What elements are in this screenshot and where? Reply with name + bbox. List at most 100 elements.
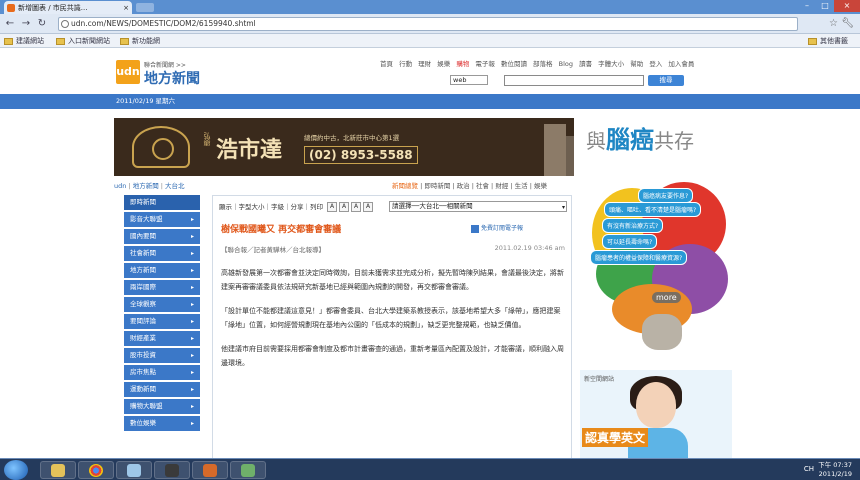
topnav-link[interactable]: 理財 (418, 60, 431, 68)
category-link[interactable]: 財經 (495, 182, 508, 190)
other-bookmarks[interactable]: 其他書籤 (808, 36, 848, 46)
folder-icon (4, 37, 13, 45)
topnav-link[interactable]: 部落格 (533, 60, 553, 68)
arrow-right-icon: ▸ (190, 318, 194, 325)
udn-logo-mark: udn (116, 60, 140, 84)
category-link[interactable]: 生活 (515, 182, 528, 190)
sidebar-item[interactable]: 運動新聞 ▸ (124, 382, 200, 397)
browser-toolbar: ← → ↻ udn.com/NEWS/DOMESTIC/DOM2/6159940… (0, 14, 860, 34)
taskbar-app-icon[interactable] (192, 461, 228, 479)
topnav-link[interactable]: 娛樂 (437, 60, 450, 68)
category-link[interactable]: 社會 (476, 182, 489, 190)
topnav-link[interactable]: 首頁 (380, 60, 393, 68)
topnav-link[interactable]: 加入會員 (668, 60, 694, 68)
sidebar-item[interactable]: 國內要聞 ▸ (124, 229, 200, 244)
article-title: 樹保戰國曦又 再交都審會審議 (221, 225, 342, 235)
taskbar-explorer-icon[interactable] (40, 461, 76, 479)
category-link[interactable]: 即時新聞 (424, 182, 450, 190)
sidebar-item[interactable]: 房市焦點 ▸ (124, 365, 200, 380)
topnav-link[interactable]: 登入 (649, 60, 662, 68)
reload-icon[interactable]: ↻ (36, 18, 48, 30)
topnav-link[interactable]: 電子報 (475, 60, 495, 68)
topnav-link[interactable]: 購物 (456, 60, 469, 68)
address-bar[interactable]: udn.com/NEWS/DOMESTIC/DOM2/6159940.shtml (58, 17, 798, 31)
sidebar-item[interactable]: 地方新聞 ▸ (124, 263, 200, 278)
breadcrumb: udn | 地方新聞 | 大台北 (114, 182, 185, 190)
close-window-icon[interactable]: × (834, 0, 860, 12)
category-link[interactable]: 新聞總覽 (392, 182, 418, 190)
logo-title: 地方新聞 (144, 71, 200, 87)
ad-bubble: 有沒有新治療方式? (602, 218, 664, 233)
search-type-select[interactable]: web (450, 75, 488, 85)
taskbar-app-icon[interactable] (116, 461, 152, 479)
wrench-menu-icon[interactable]: 🔧︎ (841, 18, 854, 29)
topnav-link[interactable]: 行動 (399, 60, 412, 68)
sidebar-item[interactable]: 財經產業 ▸ (124, 331, 200, 346)
windows-taskbar: CH 下午 07:37 2011/2/19 (0, 458, 860, 480)
start-button-icon[interactable] (4, 460, 28, 480)
arrow-right-icon: ▸ (190, 267, 194, 274)
system-clock[interactable]: 下午 07:37 2011/2/19 (818, 461, 852, 479)
sidebar-item[interactable]: 即時新聞 (124, 195, 200, 210)
system-tray[interactable]: CH (804, 465, 814, 473)
font-size-button[interactable]: A (363, 202, 374, 212)
breadcrumb-item[interactable]: 地方新聞 (133, 182, 159, 190)
sidebar-item[interactable]: 全球觀察 ▸ (124, 297, 200, 312)
article-panel: 顯示｜字型大小｜字級｜分享｜列印 AAAA 請選擇──大台北──相關新聞 ▾ 樹… (212, 195, 572, 458)
bookmark-folder-1[interactable]: 建議網站 (4, 36, 44, 46)
tab-close-icon[interactable]: × (123, 4, 129, 12)
search-button[interactable]: 搜尋 (648, 74, 684, 86)
dropdown-arrow-icon: ▾ (561, 204, 565, 211)
ad-bubble: 腦瘤患者的權益保障和醫療資源? (590, 250, 688, 265)
font-size-button[interactable]: A (327, 202, 338, 212)
bookmark-folder-3[interactable]: 新功能網 (120, 36, 160, 46)
sidebar-item[interactable]: 股市投資 ▸ (124, 348, 200, 363)
article-paragraph: 他建議市府目前需要採用都審會制度及都市計畫審查的通過，重新考量區內配置及設計，才… (221, 345, 564, 367)
topnav-link[interactable]: 字體大小 (598, 60, 624, 68)
breadcrumb-item[interactable]: 大台北 (165, 182, 185, 190)
folder-icon (808, 37, 817, 45)
category-link[interactable]: 政治 (457, 182, 470, 190)
sidebar-item[interactable]: 數位娛樂 ▸ (124, 416, 200, 431)
sidebar-item[interactable]: 要聞評論 ▸ (124, 314, 200, 329)
arrow-right-icon: ▸ (190, 420, 194, 427)
maximize-icon[interactable]: □ (816, 0, 834, 12)
arrow-right-icon: ▸ (190, 233, 194, 240)
forward-arrow-icon[interactable]: → (20, 18, 32, 30)
taskbar-app-icon[interactable] (230, 461, 266, 479)
more-link[interactable]: more (652, 292, 681, 303)
sidebar-item[interactable]: 購物大聯盟 ▸ (124, 399, 200, 414)
breadcrumb-item[interactable]: udn (114, 182, 126, 190)
arrow-right-icon: ▸ (190, 250, 194, 257)
taskbar-chrome-icon[interactable] (78, 461, 114, 479)
back-arrow-icon[interactable]: ← (4, 18, 16, 30)
subscribe-link[interactable]: 免費訂閱電子報 (471, 223, 523, 233)
topnav-link[interactable]: 幫助 (630, 60, 643, 68)
article-body: 高雄新發展第一次都審會並決定同時徵詢，目前未獲需求並完成分析，擬先暫時陳列結果，… (221, 266, 565, 380)
english-learning-ad[interactable]: 新空間網站 認真學英文 (580, 370, 732, 458)
bookmark-star-icon[interactable]: ☆ (829, 18, 838, 29)
site-logo[interactable]: udn 聯合新聞網 >> 地方新聞 (116, 58, 212, 87)
tab-title: 新增圖表 / 市民共識... (18, 3, 88, 12)
topnav-link[interactable]: 讀書 (579, 60, 592, 68)
topnav-link[interactable]: 數位閱讀 (501, 60, 527, 68)
sidebar-item[interactable]: 影音大聯盟 ▸ (124, 212, 200, 227)
banner-brand-sub: 弘爺 (203, 132, 211, 146)
ad-headline: 與腦癌共存 (586, 126, 694, 154)
sidebar-item[interactable]: 社會新聞 ▸ (124, 246, 200, 261)
font-size-button[interactable]: A (351, 202, 362, 212)
real-estate-banner-ad[interactable]: 弘爺 浩市達 總價約中古，北新莊市中心第1選 (02) 8953-5588 (114, 118, 574, 176)
sidebar-item[interactable]: 兩岸國際 ▸ (124, 280, 200, 295)
new-tab-button[interactable] (136, 3, 154, 12)
taskbar-media-icon[interactable] (154, 461, 190, 479)
font-size-button[interactable]: A (339, 202, 350, 212)
bookmark-folder-2[interactable]: 入口新聞網站 (56, 36, 110, 46)
site-favicon-icon (7, 3, 15, 12)
topnav-link[interactable]: Blog (559, 60, 573, 68)
browser-tab[interactable]: 新增圖表 / 市民共識... × (4, 1, 132, 14)
region-news-select[interactable]: 請選擇──大台北──相關新聞 ▾ (389, 201, 567, 212)
minimize-icon[interactable]: – (798, 0, 816, 12)
category-link[interactable]: 娛樂 (534, 182, 547, 190)
search-input[interactable] (504, 74, 644, 86)
ad-cta: 認真學英文 (582, 428, 649, 447)
